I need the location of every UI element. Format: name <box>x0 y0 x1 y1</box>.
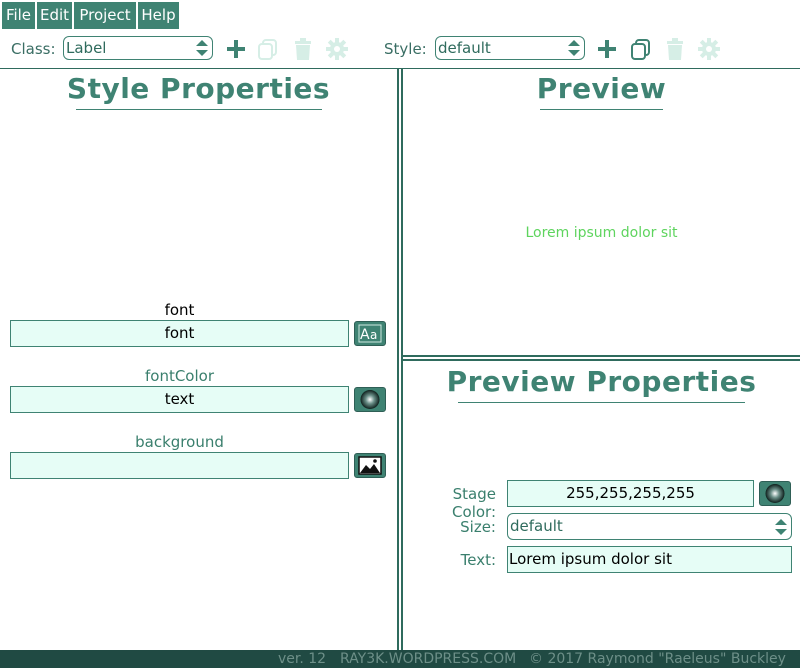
style-select-value: default <box>438 39 491 57</box>
color-wheel-icon <box>360 390 380 409</box>
class-label: Class: <box>11 40 56 58</box>
preview-title: Preview <box>536 72 667 105</box>
style-properties-underline <box>76 109 322 110</box>
size-label: Size: <box>460 518 496 536</box>
menu-help[interactable]: Help <box>138 2 179 29</box>
color-picker-button[interactable] <box>354 387 386 412</box>
version-text: ver. 12 <box>278 651 327 667</box>
preview-text-field[interactable]: Lorem ipsum dolor sit <box>507 546 792 573</box>
size-select-value: default <box>510 517 563 535</box>
vertical-split-inner <box>399 69 401 650</box>
stage-color-label: Stage Color: <box>452 485 496 521</box>
preview-underline <box>540 109 663 110</box>
delete-style-icon <box>667 38 683 60</box>
add-style-icon[interactable] <box>595 37 619 61</box>
spinner-arrows-icon <box>568 39 580 57</box>
settings-class-icon <box>326 38 348 60</box>
preview-properties-title: Preview Properties <box>446 365 757 398</box>
website-link[interactable]: RAY3K.WORDPRESS.COM <box>340 650 516 668</box>
add-class-icon[interactable] <box>224 37 248 61</box>
prop-label-font: font <box>164 301 195 319</box>
fontcolor-field[interactable]: text <box>10 386 349 413</box>
text-label: Text: <box>460 551 496 569</box>
font-icon: A a <box>358 324 382 343</box>
preview-properties-underline <box>458 402 745 403</box>
color-wheel-icon <box>765 484 785 503</box>
stage-color-picker-button[interactable] <box>759 481 791 506</box>
style-label: Style: <box>384 40 427 58</box>
menu-file[interactable]: File <box>2 2 35 29</box>
menu-edit[interactable]: Edit <box>37 2 72 29</box>
class-select-value: Label <box>66 39 107 57</box>
class-select[interactable]: Label <box>63 36 213 60</box>
font-picker-button[interactable]: A a <box>354 321 386 346</box>
settings-style-icon <box>698 38 720 60</box>
drawable-picker-button[interactable] <box>354 453 386 478</box>
prop-label-background: background <box>135 433 224 451</box>
preview-sample-text: Lorem ipsum dolor sit <box>525 225 678 241</box>
font-field[interactable]: font <box>10 320 349 347</box>
delete-class-icon <box>295 38 311 60</box>
spinner-arrows-icon <box>775 518 787 536</box>
image-icon <box>358 456 382 475</box>
duplicate-class-icon <box>258 39 277 60</box>
stage-color-field[interactable]: 255,255,255,255 <box>507 480 754 507</box>
menu-project[interactable]: Project <box>74 2 136 29</box>
style-properties-title: Style Properties <box>66 72 331 105</box>
spinner-arrows-icon <box>196 39 208 57</box>
style-select[interactable]: default <box>435 36 585 60</box>
svg-text:A: A <box>360 327 370 343</box>
size-select[interactable]: default <box>507 513 792 540</box>
horizontal-split-inner <box>403 357 800 359</box>
svg-text:a: a <box>370 328 377 342</box>
copyright-text: © 2017 Raymond "Raeleus" Buckley <box>529 651 786 667</box>
status-bar: ver. 12 RAY3K.WORDPRESS.COM © 2017 Raymo… <box>0 650 800 668</box>
background-field[interactable] <box>10 452 349 479</box>
prop-label-fontcolor: fontColor <box>144 367 214 385</box>
duplicate-style-icon[interactable] <box>629 37 653 61</box>
